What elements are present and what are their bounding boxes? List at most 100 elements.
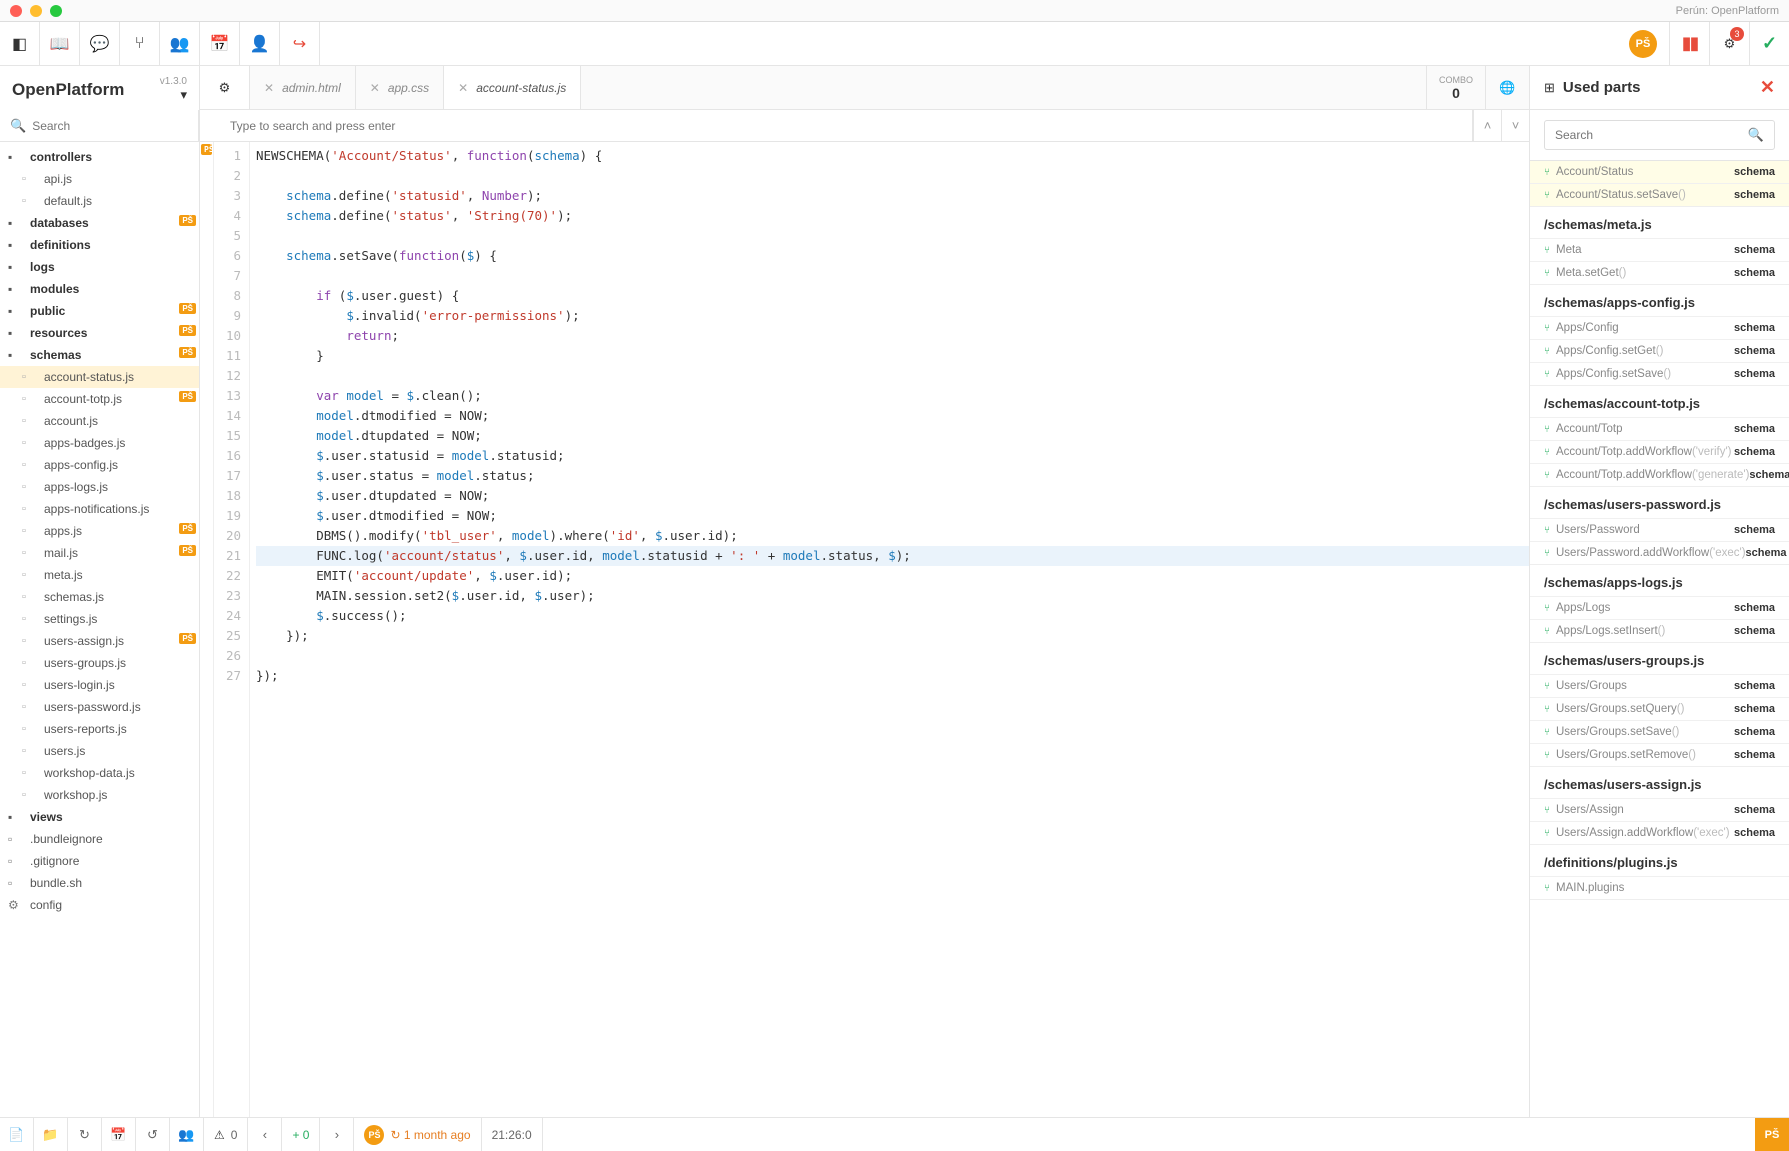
close-tab-icon[interactable]: ✕ (264, 81, 274, 95)
close-tab-icon[interactable]: ✕ (370, 81, 380, 95)
history-icon[interactable]: ↺ (136, 1118, 170, 1151)
file-apps-logs.js[interactable]: ▫apps-logs.js (0, 476, 199, 498)
folder-schemas[interactable]: ▪schemasPŠ (0, 344, 199, 366)
folder-resources[interactable]: ▪resourcesPŠ (0, 322, 199, 344)
schedule-icon[interactable]: 📅 (102, 1118, 136, 1151)
branch-icon[interactable]: ⑂ (120, 22, 160, 65)
panel-item[interactable]: ⑂MAIN.plugins (1530, 876, 1789, 899)
panel-item[interactable]: ⑂Users/Passwordschema (1530, 518, 1789, 541)
tab-account-status.js[interactable]: ✕account-status.js (444, 66, 581, 109)
last-edit-indicator[interactable]: PŠ ↻ 1 month ago (354, 1118, 481, 1151)
file-account-status.js[interactable]: ▫account-status.js (0, 366, 199, 388)
panel-item[interactable]: ⑂Users/Groupsschema (1530, 674, 1789, 697)
project-dropdown-icon[interactable]: ▾ (160, 87, 187, 103)
panel-item[interactable]: ⑂Users/Assign.addWorkflow('exec')schema (1530, 821, 1789, 844)
panel-close-icon[interactable]: ✕ (1760, 77, 1775, 98)
refresh-icon[interactable]: ↻ (68, 1118, 102, 1151)
panel-item[interactable]: ⑂Apps/Logsschema (1530, 596, 1789, 619)
chat-icon[interactable]: 💬 (80, 22, 120, 65)
folder-controllers[interactable]: ▪controllers (0, 146, 199, 168)
folder-definitions[interactable]: ▪definitions (0, 234, 199, 256)
file-users-groups.js[interactable]: ▫users-groups.js (0, 652, 199, 674)
panel-item[interactable]: ⑂Users/Assignschema (1530, 798, 1789, 821)
folder-modules[interactable]: ▪modules (0, 278, 199, 300)
file-bundle.sh[interactable]: ▫bundle.sh (0, 872, 199, 894)
file-mail.js[interactable]: ▫mail.jsPŠ (0, 542, 199, 564)
next-icon[interactable]: › (320, 1118, 354, 1151)
logout-icon[interactable]: ↪ (280, 22, 320, 65)
file-meta.js[interactable]: ▫meta.js (0, 564, 199, 586)
options-button[interactable]: ⚙3 (1709, 22, 1749, 65)
file-default.js[interactable]: ▫default.js (0, 190, 199, 212)
collaborators-icon[interactable]: 👥 (170, 1118, 204, 1151)
logo-button[interactable]: ◧ (0, 22, 40, 65)
tab-app.css[interactable]: ✕app.css (356, 66, 444, 109)
panel-item[interactable]: ⑂Users/Password.addWorkflow('exec')schem… (1530, 541, 1789, 564)
close-window-button[interactable] (10, 5, 22, 17)
panel-item[interactable]: ⑂Users/Groups.setQuery()schema (1530, 697, 1789, 720)
file-apps-badges.js[interactable]: ▫apps-badges.js (0, 432, 199, 454)
file-workshop.js[interactable]: ▫workshop.js (0, 784, 199, 806)
globe-icon[interactable]: 🌐 (1485, 66, 1529, 109)
folder-databases[interactable]: ▪databasesPŠ (0, 212, 199, 234)
file-.bundleignore[interactable]: ▫.bundleignore (0, 828, 199, 850)
panel-item[interactable]: ⑂Account/Totpschema (1530, 417, 1789, 440)
editor-search-input[interactable] (230, 119, 1462, 133)
panel-item[interactable]: ⑂Apps/Configschema (1530, 316, 1789, 339)
branch-icon: ⑂ (1544, 525, 1550, 536)
user-settings-icon[interactable]: 👤 (240, 22, 280, 65)
editor-settings-icon[interactable]: ⚙ (200, 66, 250, 109)
panel-item[interactable]: ⑂Apps/Config.setGet()schema (1530, 339, 1789, 362)
folder-public[interactable]: ▪publicPŠ (0, 300, 199, 322)
minimize-window-button[interactable] (30, 5, 42, 17)
file-apps.js[interactable]: ▫apps.jsPŠ (0, 520, 199, 542)
panel-item[interactable]: ⑂Account/Statusschema (1530, 161, 1789, 183)
file-account.js[interactable]: ▫account.js (0, 410, 199, 432)
file-apps-notifications.js[interactable]: ▫apps-notifications.js (0, 498, 199, 520)
book-icon[interactable]: 📖 (40, 22, 80, 65)
warnings-indicator[interactable]: ⚠0 (204, 1118, 248, 1151)
users-icon[interactable]: 👥 (160, 22, 200, 65)
search-icon[interactable]: 🔍 (1748, 127, 1764, 143)
file-api.js[interactable]: ▫api.js (0, 168, 199, 190)
file-config[interactable]: ⚙config (0, 894, 199, 916)
tab-admin.html[interactable]: ✕admin.html (250, 66, 356, 109)
file-schemas.js[interactable]: ▫schemas.js (0, 586, 199, 608)
file-search-input[interactable] (32, 119, 188, 133)
panel-item[interactable]: ⑂Users/Groups.setSave()schema (1530, 720, 1789, 743)
prev-icon[interactable]: ‹ (248, 1118, 282, 1151)
user-avatar[interactable]: PŠ (1629, 30, 1657, 58)
file-users-password.js[interactable]: ▫users-password.js (0, 696, 199, 718)
panel-item[interactable]: ⑂Metaschema (1530, 238, 1789, 261)
panel-item[interactable]: ⑂Apps/Config.setSave()schema (1530, 362, 1789, 385)
file-account-totp.js[interactable]: ▫account-totp.jsPŠ (0, 388, 199, 410)
panel-item[interactable]: ⑂Account/Status.setSave()schema (1530, 183, 1789, 206)
file-users-reports.js[interactable]: ▫users-reports.js (0, 718, 199, 740)
folder-logs[interactable]: ▪logs (0, 256, 199, 278)
maximize-window-button[interactable] (50, 5, 62, 17)
panel-search-input[interactable] (1555, 128, 1748, 142)
panel-item[interactable]: ⑂Account/Totp.addWorkflow('verify')schem… (1530, 440, 1789, 463)
panel-item[interactable]: ⑂Account/Totp.addWorkflow('generate')sch… (1530, 463, 1789, 486)
file-users-assign.js[interactable]: ▫users-assign.jsPŠ (0, 630, 199, 652)
close-tab-icon[interactable]: ✕ (458, 81, 468, 95)
new-folder-icon[interactable]: 📁 (34, 1118, 68, 1151)
folder-views[interactable]: ▪views (0, 806, 199, 828)
panel-item[interactable]: ⑂Apps/Logs.setInsert()schema (1530, 619, 1789, 642)
file-users.js[interactable]: ▫users.js (0, 740, 199, 762)
new-file-icon[interactable]: 📄 (0, 1118, 34, 1151)
file-apps-config.js[interactable]: ▫apps-config.js (0, 454, 199, 476)
search-up-icon[interactable]: ˄ (1473, 110, 1501, 141)
status-user-badge[interactable]: PŠ (1755, 1118, 1789, 1151)
file-workshop-data.js[interactable]: ▫workshop-data.js (0, 762, 199, 784)
code-editor[interactable]: PŠ 1234567891011121314151617181920212223… (200, 142, 1529, 1117)
panel-item[interactable]: ⑂Meta.setGet()schema (1530, 261, 1789, 284)
file-.gitignore[interactable]: ▫.gitignore (0, 850, 199, 872)
search-down-icon[interactable]: ˅ (1501, 110, 1529, 141)
panel-item[interactable]: ⑂Users/Groups.setRemove()schema (1530, 743, 1789, 766)
calendar-icon[interactable]: 📅 (200, 22, 240, 65)
pause-button[interactable]: ▮▮ (1669, 22, 1709, 65)
file-users-login.js[interactable]: ▫users-login.js (0, 674, 199, 696)
confirm-button[interactable]: ✓ (1749, 22, 1789, 65)
file-settings.js[interactable]: ▫settings.js (0, 608, 199, 630)
